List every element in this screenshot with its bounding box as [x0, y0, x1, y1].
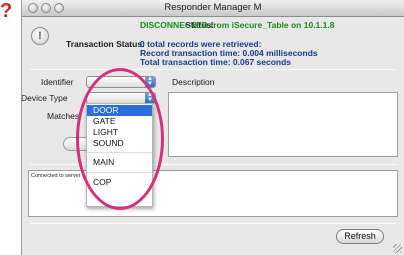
menu-item-door[interactable]: DOOR [87, 105, 152, 116]
menu-item-light[interactable]: LIGHT [87, 127, 152, 138]
screenshot: ? Responder Manager M ! Status: DISCONNE… [0, 0, 404, 255]
resize-grip-icon[interactable] [393, 244, 402, 253]
question-mark-annotation: ? [0, 0, 13, 22]
device-type-menu: DOOR GATE LIGHT SOUND MAIN COP [86, 103, 153, 207]
matches-label: Matches [47, 111, 80, 121]
top-divider [30, 69, 396, 70]
identifier-label: Identifier [41, 77, 74, 87]
middle-divider [30, 164, 396, 165]
log-area[interactable]: Connected to server ....................… [28, 170, 398, 217]
refresh-button[interactable]: Refresh [336, 229, 384, 244]
popup-arrows-icon: ▲ ▼ [145, 92, 155, 103]
app-window: Responder Manager M ! Status: DISCONNECT… [21, 0, 404, 255]
description-label: Description [172, 77, 215, 87]
menu-separator [87, 152, 152, 153]
status-value: DISCONNECTED from iSecure_Table on 10.1.… [140, 20, 335, 30]
menu-item-main[interactable]: MAIN [87, 157, 152, 168]
transaction-line-3: Total transaction time: 0.067 seconds [140, 57, 291, 67]
identifier-popup[interactable]: ▲ ▼ [86, 76, 156, 88]
title-bar[interactable]: Responder Manager M [22, 0, 404, 17]
window-title: Responder Manager M [164, 2, 262, 13]
device-type-label: Device Type [21, 93, 68, 103]
info-alert-icon: ! [31, 27, 49, 45]
menu-item-sound[interactable]: SOUND [87, 138, 152, 149]
bottom-divider [30, 223, 396, 224]
menu-item-cop[interactable]: COP [87, 177, 152, 188]
description-textarea[interactable] [168, 92, 398, 157]
menu-item-gate[interactable]: GATE [87, 116, 152, 127]
popup-arrows-icon: ▲ ▼ [145, 76, 155, 87]
transaction-status-label: Transaction Status: [66, 39, 145, 49]
menu-separator [87, 172, 152, 173]
